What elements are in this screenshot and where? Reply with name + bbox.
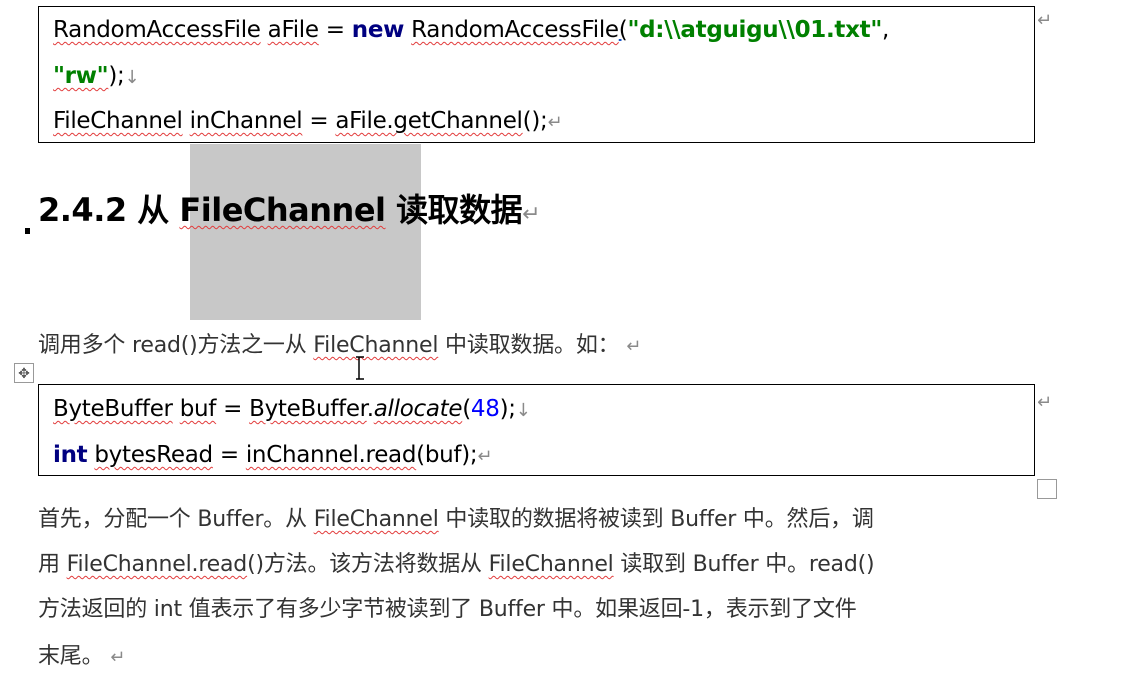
heading-bullet-marker [25, 228, 30, 234]
code-punct: (); [522, 108, 548, 134]
line-break-mark: ↓ [124, 67, 140, 88]
body-text: 中读取的数据将被读到 Buffer 中。然后，调 [438, 507, 874, 532]
code-operator: = [216, 396, 250, 422]
body-text: 用 [38, 552, 67, 577]
code-variable: bytesRead [94, 442, 213, 468]
intro-paragraph: 调用多个 read()方法之一从 FileChannel 中读取数据。如： ↵ [38, 331, 641, 362]
body-line-3: 方法返回的 int 值表示了有多少字节被读到了 Buffer 中。如果返回-1，… [38, 595, 857, 625]
end-of-row-mark: ↵ [1037, 10, 1053, 30]
text-cursor-icon [356, 356, 364, 380]
table-move-handle-icon[interactable]: ✥ [14, 363, 34, 383]
body-text: 末尾。 [38, 644, 104, 669]
code-line-2: "rw");↓ [53, 61, 140, 93]
code-line-2: int bytesRead = inChannel.read(buf);↵ [53, 440, 492, 472]
code-number: 48 [470, 396, 500, 422]
body-line-4: 末尾。 ↵ [38, 642, 125, 673]
intro-text: 调用多个 read()方法之一从 [38, 333, 314, 358]
code-method-call: inChannel.read [245, 442, 417, 468]
table-resize-handle-icon[interactable] [1037, 479, 1057, 499]
code-variable: inChannel [189, 108, 303, 134]
code-operator: = [302, 108, 336, 134]
code-args: (buf); [416, 442, 478, 468]
code-line-1: ByteBuffer buf = ByteBuffer.allocate(48)… [53, 394, 531, 426]
body-line-1: 首先，分配一个 Buffer。从 FileChannel 中读取的数据将被读到 … [38, 505, 874, 535]
code-operator: = [318, 17, 352, 43]
heading-suffix: 读取数据 [385, 191, 523, 229]
section-heading: 2.4.2 从 FileChannel 读取数据↵ [38, 188, 541, 237]
body-class-name: FileChannel [488, 552, 614, 577]
heading-class-name: FileChannel [179, 191, 386, 229]
heading-prefix: 2.4.2 从 [38, 191, 180, 229]
paragraph-mark: ↵ [522, 202, 541, 227]
code-punct: ); [499, 396, 516, 422]
code-paren: ( [462, 396, 471, 422]
code-line-1: RandomAccessFile aFile = new RandomAcces… [53, 15, 889, 45]
body-text: 方法返回的 int 值表示了有多少字节被读到了 Buffer 中。如果返回-1，… [38, 597, 857, 622]
code-string: "d:\\atguigu\\01.txt" [627, 17, 883, 43]
code-variable: aFile [267, 17, 319, 43]
code-operator: = [212, 442, 246, 468]
code-block-1[interactable]: RandomAccessFile aFile = new RandomAcces… [38, 6, 1035, 143]
code-variable: buf [179, 396, 217, 422]
code-string: "rw" [53, 63, 109, 89]
body-text: 读取到 Buffer 中。read() [613, 552, 875, 577]
body-line-2: 用 FileChannel.read()方法。该方法将数据从 FileChann… [38, 550, 875, 580]
paragraph-mark: ↵ [477, 446, 493, 467]
code-type: FileChannel [53, 108, 183, 134]
code-block-2[interactable]: ByteBuffer buf = ByteBuffer.allocate(48)… [38, 384, 1035, 476]
code-type: RandomAccessFile [53, 17, 261, 43]
code-type: ByteBuffer [53, 396, 173, 422]
code-punct: ); [108, 63, 125, 89]
body-text: ()方法。该方法将数据从 [247, 552, 489, 577]
line-break-mark: ↓ [515, 400, 531, 421]
code-type: RandomAccessFile [411, 17, 619, 43]
body-text: 首先，分配一个 Buffer。从 [38, 507, 314, 532]
code-keyword: new [351, 17, 405, 43]
intro-text: 中读取数据。如： [438, 333, 620, 358]
intro-class-name: FileChannel [313, 333, 439, 358]
code-punct: , [882, 17, 890, 43]
code-keyword: int [53, 442, 88, 468]
code-line-3: FileChannel inChannel = aFile.getChannel… [53, 106, 563, 138]
end-of-row-mark: ↵ [1037, 392, 1053, 412]
code-method: allocate [373, 396, 463, 422]
paragraph-mark: ↵ [547, 112, 563, 133]
code-method-call: aFile.getChannel [335, 108, 523, 134]
body-class-name: FileChannel.read [66, 552, 248, 577]
code-punct: . [366, 396, 374, 422]
paragraph-mark: ↵ [626, 336, 642, 357]
code-type: ByteBuffer [249, 396, 367, 422]
body-class-name: FileChannel [313, 507, 439, 532]
paragraph-mark: ↵ [110, 647, 126, 668]
